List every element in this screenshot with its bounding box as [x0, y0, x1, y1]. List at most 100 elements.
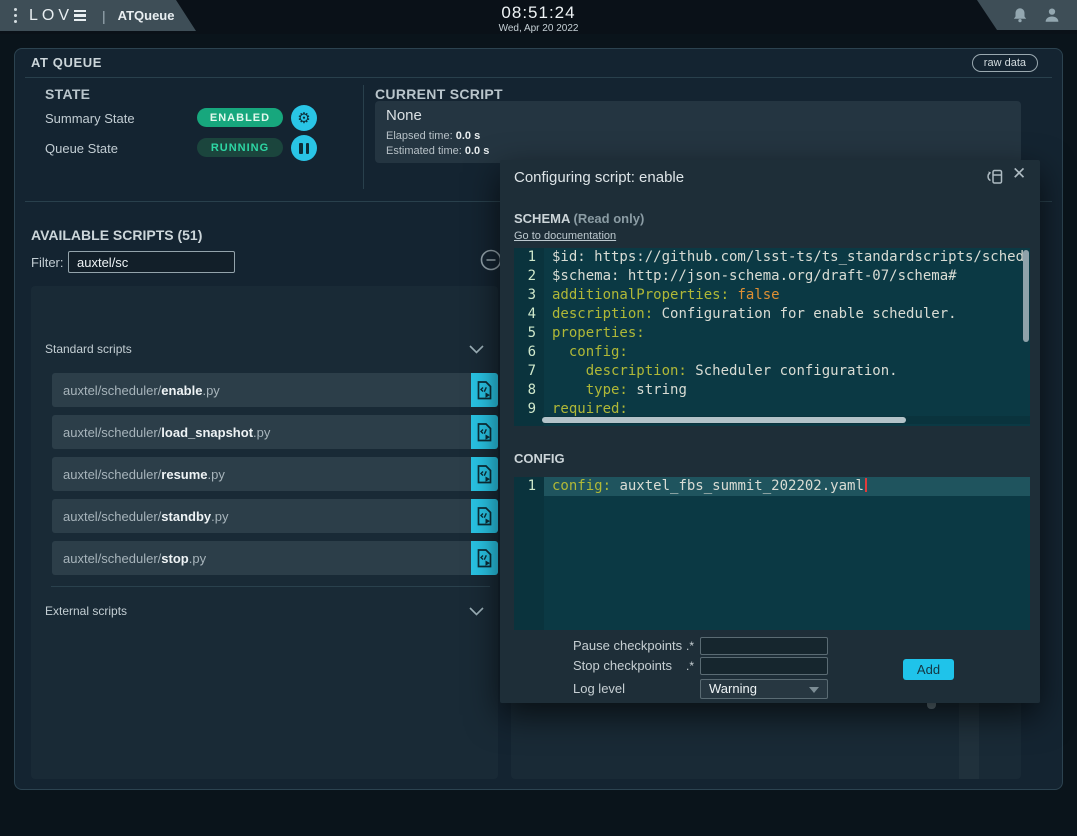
chevron-down-icon [469, 607, 484, 616]
queue-state-label: Queue State [45, 141, 118, 156]
header-separator: | [102, 8, 106, 24]
launch-script-button[interactable] [471, 415, 498, 449]
pause-checkpoints-row: Pause checkpoints .* [573, 636, 828, 655]
log-level-row: Log level Warning [573, 679, 828, 698]
divider [51, 586, 490, 587]
detach-window-icon[interactable] [985, 167, 1005, 187]
clock-time: 08:51:24 [499, 3, 579, 23]
summary-state-badge: ENABLED [197, 108, 283, 127]
schema-vscrollbar-thumb[interactable] [1023, 250, 1029, 342]
clock-date: Wed, Apr 20 2022 [499, 23, 579, 34]
filter-input[interactable] [68, 251, 235, 273]
pause-checkpoints-label: Pause checkpoints [573, 638, 686, 653]
add-button[interactable]: Add [903, 659, 954, 680]
code-line: 7 description: Scheduler configuration. [514, 362, 1030, 381]
stop-checkpoints-label: Stop checkpoints [573, 658, 686, 673]
close-icon[interactable]: ✕ [1012, 164, 1026, 184]
stop-checkpoints-input[interactable] [700, 657, 828, 675]
logo-e-bars-icon [74, 10, 86, 22]
documentation-link[interactable]: Go to documentation [514, 230, 616, 242]
external-scripts-group-header[interactable]: External scripts [45, 596, 484, 626]
summary-state-label: Summary State [45, 111, 135, 126]
script-path: auxtel/scheduler/standby.py [52, 499, 471, 533]
page-title: ATQueue [118, 8, 175, 23]
code-line: 1$id: https://github.com/lsst-ts/ts_stan… [514, 248, 1030, 267]
line-number-gutter [514, 477, 544, 630]
script-row[interactable]: auxtel/scheduler/resume.py [52, 457, 498, 491]
gear-icon: ⚙ [297, 111, 310, 126]
header-right-block [957, 0, 1077, 30]
menu-kebab-icon[interactable] [12, 6, 19, 25]
code-line: 5properties: [514, 324, 1030, 343]
schema-hscrollbar-thumb[interactable] [542, 417, 906, 423]
script-path: auxtel/scheduler/enable.py [52, 373, 471, 407]
pause-icon [299, 143, 309, 154]
code-line: 4description: Configuration for enable s… [514, 305, 1030, 324]
schema-heading: SCHEMA (Read only) [514, 211, 644, 226]
app-root: LOV | ATQueue 08:51:24 Wed, Apr 20 2022 … [0, 0, 1077, 836]
current-script-name: None [386, 107, 422, 124]
user-account-icon[interactable] [1043, 6, 1061, 24]
script-path: auxtel/scheduler/load_snapshot.py [52, 415, 471, 449]
launch-script-icon [477, 549, 492, 568]
log-level-select[interactable]: Warning [700, 679, 828, 699]
standard-scripts-group-header[interactable]: Standard scripts [45, 334, 484, 364]
divider [25, 77, 1052, 78]
chevron-down-icon [469, 345, 484, 354]
script-row[interactable]: auxtel/scheduler/load_snapshot.py [52, 415, 498, 449]
config-heading: CONFIG [514, 451, 565, 466]
current-script-card: None Elapsed time: 0.0 s Estimated time:… [375, 101, 1021, 163]
current-script-heading: CURRENT SCRIPT [375, 86, 503, 102]
stop-checkpoints-row: Stop checkpoints .* [573, 656, 828, 675]
settings-gear-button[interactable]: ⚙ [291, 105, 317, 131]
script-row[interactable]: auxtel/scheduler/stop.py [52, 541, 498, 575]
modal-title: Configuring script: enable [514, 169, 684, 186]
pause-checkpoints-pattern: .* [686, 639, 700, 653]
panel-title: AT QUEUE [31, 55, 102, 70]
state-heading: STATE [45, 86, 90, 102]
launch-script-button[interactable] [471, 541, 498, 575]
queue-state-badge: RUNNING [197, 138, 283, 157]
logo-text: LOV [29, 7, 73, 25]
text-cursor [865, 478, 867, 492]
schema-hscrollbar [514, 416, 1030, 424]
script-row[interactable]: auxtel/scheduler/standby.py [52, 499, 498, 533]
raw-data-button[interactable]: raw data [972, 54, 1038, 72]
script-path: auxtel/scheduler/resume.py [52, 457, 471, 491]
code-line: 8 type: string [514, 381, 1030, 400]
configure-script-modal: Configuring script: enable ✕ SCHEMA (Rea… [500, 160, 1040, 703]
log-level-label: Log level [573, 681, 700, 696]
code-line: 2$schema: http://json-schema.org/draft-0… [514, 267, 1030, 286]
elapsed-time: Elapsed time: 0.0 s [386, 130, 480, 142]
clock: 08:51:24 Wed, Apr 20 2022 [499, 3, 579, 34]
pause-queue-button[interactable] [291, 135, 317, 161]
select-arrow-icon [809, 687, 819, 693]
available-scripts-heading: AVAILABLE SCRIPTS (51) [31, 227, 202, 243]
header-left-block: LOV | ATQueue [0, 0, 196, 31]
launch-script-button[interactable] [471, 457, 498, 491]
launch-script-button[interactable] [471, 373, 498, 407]
launch-script-icon [477, 423, 492, 442]
notifications-bell-icon[interactable] [1011, 6, 1029, 24]
launch-script-button[interactable] [471, 499, 498, 533]
external-scripts-label: External scripts [45, 604, 127, 618]
config-code-editor[interactable]: 1config: auxtel_fbs_summit_202202.yaml [514, 477, 1030, 630]
stop-checkpoints-pattern: .* [686, 659, 700, 673]
schema-code-editor[interactable]: 1$id: https://github.com/lsst-ts/ts_stan… [514, 248, 1030, 426]
script-row[interactable]: auxtel/scheduler/enable.py [52, 373, 498, 407]
estimated-time: Estimated time: 0.0 s [386, 145, 489, 157]
pause-checkpoints-input[interactable] [700, 637, 828, 655]
code-line: 6 config: [514, 343, 1030, 362]
code-line: 3additionalProperties: false [514, 286, 1030, 305]
launch-script-icon [477, 507, 492, 526]
top-header: LOV | ATQueue 08:51:24 Wed, Apr 20 2022 [0, 0, 1077, 34]
launch-script-icon [477, 381, 492, 400]
divider [363, 85, 364, 189]
standard-scripts-label: Standard scripts [45, 342, 132, 356]
launch-script-icon [477, 465, 492, 484]
log-level-value: Warning [709, 681, 757, 696]
scripts-list-panel: Standard scripts auxtel/scheduler/enable… [31, 286, 498, 779]
code-line: 1config: auxtel_fbs_summit_202202.yaml [514, 477, 1030, 496]
schema-readonly-note: (Read only) [573, 211, 644, 226]
love-logo: LOV [29, 7, 86, 25]
